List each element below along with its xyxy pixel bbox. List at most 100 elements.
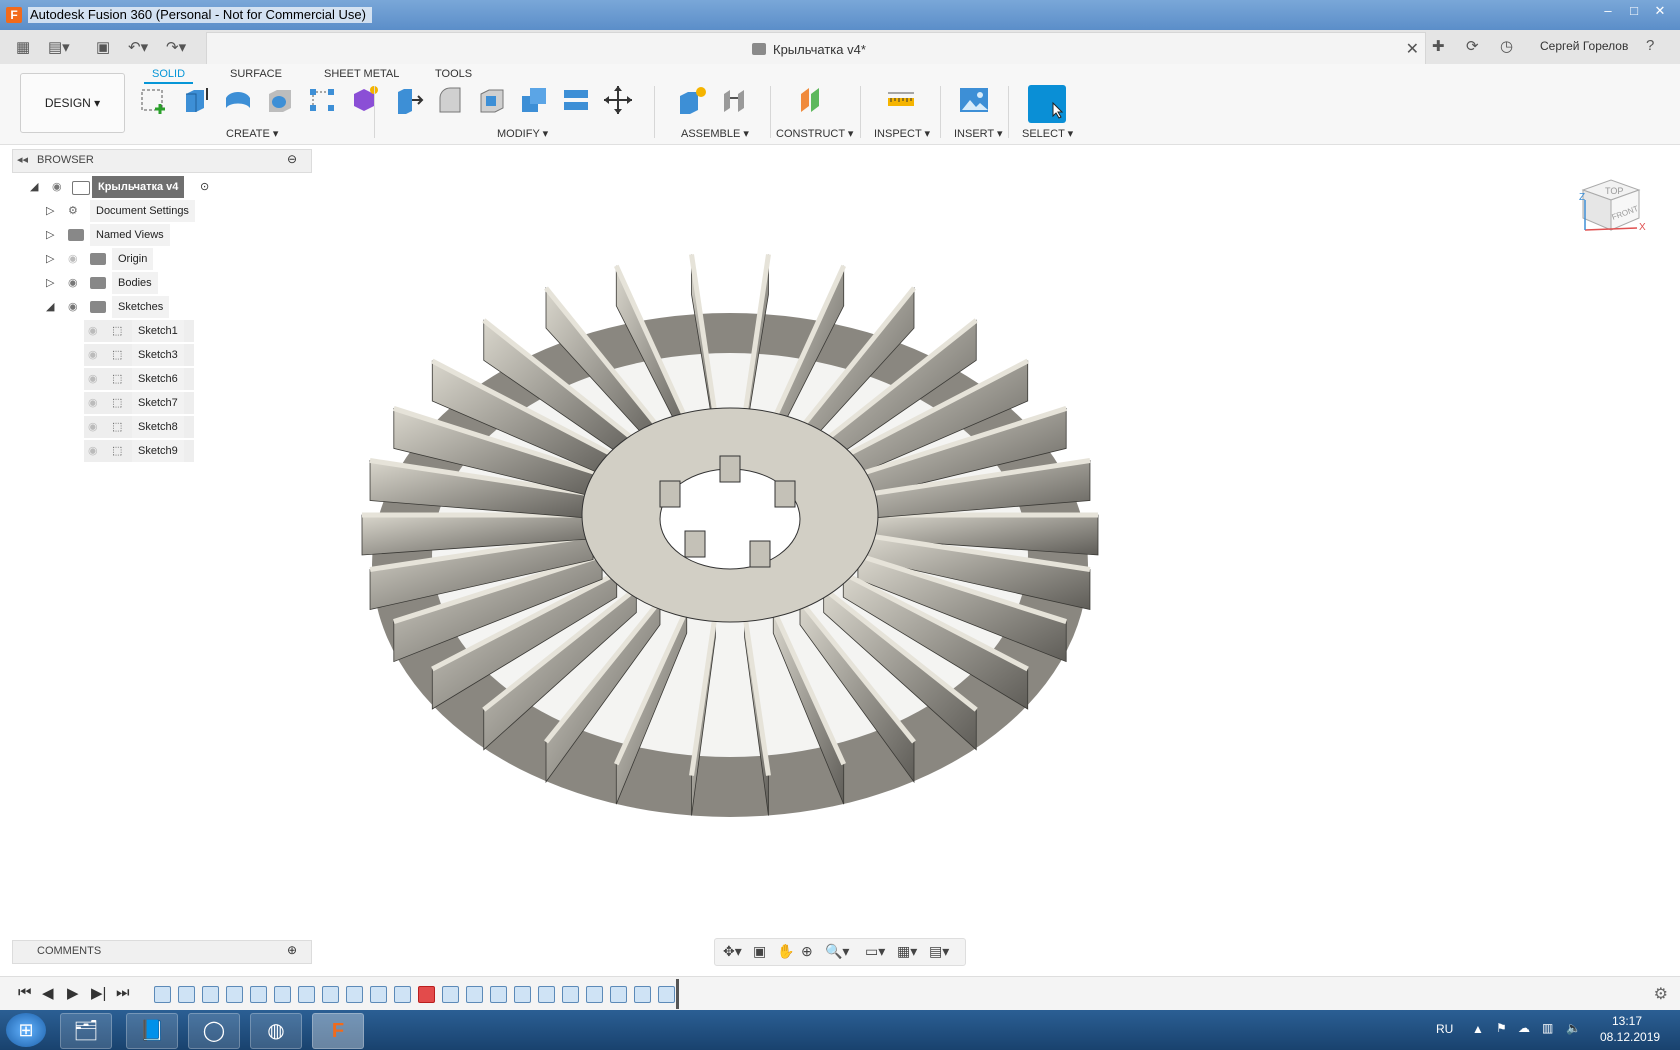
- data-panel-grid-icon[interactable]: ▦: [16, 38, 30, 56]
- browser-item-sketches[interactable]: ◢ ◉ Sketches: [46, 296, 226, 318]
- timeline-feature-icon[interactable]: [610, 986, 627, 1003]
- hidden-eye-icon[interactable]: ◉: [88, 368, 98, 390]
- collapse-triangle-icon[interactable]: ◢: [30, 176, 38, 198]
- joint-icon[interactable]: [718, 84, 750, 116]
- timeline-feature-icon[interactable]: [658, 986, 675, 1003]
- revolve-icon[interactable]: [222, 84, 254, 116]
- activate-radio-icon[interactable]: ⊙: [200, 176, 209, 198]
- sketch-item[interactable]: ◉ ⬚ Sketch8: [84, 416, 194, 438]
- job-status-icon[interactable]: ◷: [1500, 37, 1513, 55]
- sketch-item[interactable]: ◉ ⬚ Sketch9: [84, 440, 194, 462]
- assemble-menu[interactable]: ASSEMBLE ▾: [681, 127, 749, 140]
- play-icon[interactable]: ▶: [67, 984, 79, 1002]
- look-at-icon[interactable]: ▣: [753, 943, 766, 960]
- notes-taskbar-icon[interactable]: 📘: [126, 1013, 178, 1049]
- minimize-button[interactable]: –: [1596, 2, 1620, 20]
- tab-sheet-metal[interactable]: SHEET METAL: [316, 66, 407, 82]
- expand-triangle-icon[interactable]: ▷: [46, 200, 54, 222]
- redo-icon[interactable]: ↷▾: [166, 38, 186, 56]
- split-body-icon[interactable]: [560, 84, 592, 116]
- fit-icon[interactable]: 🔍▾: [825, 943, 849, 960]
- comments-panel-header[interactable]: COMMENTS ⊕: [12, 940, 312, 964]
- timeline-feature-icon[interactable]: [154, 986, 171, 1003]
- clock-date[interactable]: 08.12.2019: [1600, 1030, 1660, 1044]
- create-sketch-icon[interactable]: [138, 84, 170, 116]
- hidden-eye-icon[interactable]: ◉: [88, 344, 98, 366]
- viewcube-top-label[interactable]: TOP: [1605, 186, 1623, 196]
- timeline-feature-icon[interactable]: [418, 986, 435, 1003]
- grid-settings-icon[interactable]: ▦▾: [897, 943, 917, 960]
- new-tab-icon[interactable]: ✚: [1432, 37, 1445, 55]
- press-pull-icon[interactable]: [392, 84, 424, 116]
- add-comment-icon[interactable]: ⊕: [287, 943, 297, 957]
- user-account[interactable]: Сергей Горелов: [1540, 39, 1628, 53]
- tab-solid[interactable]: SOLID: [144, 66, 194, 84]
- new-component-icon[interactable]: [676, 84, 708, 116]
- hidden-eye-icon[interactable]: ◉: [68, 248, 78, 270]
- go-to-start-icon[interactable]: ⏮: [18, 984, 32, 1001]
- expand-triangle-icon[interactable]: ▷: [46, 224, 54, 246]
- file-menu-icon[interactable]: ▤▾: [48, 38, 70, 56]
- hidden-eye-icon[interactable]: ◉: [88, 320, 98, 342]
- timeline-feature-icon[interactable]: [274, 986, 291, 1003]
- hidden-eye-icon[interactable]: ◉: [88, 392, 98, 414]
- insert-canvas-icon[interactable]: [958, 84, 990, 116]
- rectangular-pattern-icon[interactable]: [306, 84, 338, 116]
- combine-icon[interactable]: [518, 84, 550, 116]
- go-to-end-icon[interactable]: ⏭: [116, 984, 130, 1001]
- clock-time[interactable]: 13:17: [1612, 1014, 1642, 1028]
- timeline-feature-icon[interactable]: [442, 986, 459, 1003]
- timeline-feature-icon[interactable]: [322, 986, 339, 1003]
- undo-icon[interactable]: ↶▾: [128, 38, 148, 56]
- viewports-icon[interactable]: ▤▾: [929, 943, 949, 960]
- collapse-triangle-icon[interactable]: ◢: [46, 296, 54, 318]
- step-forward-icon[interactable]: ▶|: [91, 984, 106, 1002]
- help-icon[interactable]: ?: [1646, 37, 1654, 54]
- expand-triangle-icon[interactable]: ▷: [46, 272, 54, 294]
- offset-plane-icon[interactable]: [795, 84, 827, 116]
- view-cube[interactable]: TOP FRONT X Z: [1575, 170, 1647, 242]
- timeline-feature-icon[interactable]: [250, 986, 267, 1003]
- close-window-button[interactable]: ✕: [1648, 2, 1672, 20]
- zoom-icon[interactable]: ⊕: [801, 943, 813, 960]
- tab-tools[interactable]: TOOLS: [427, 66, 480, 82]
- impeller-model[interactable]: [361, 254, 1099, 817]
- sketch-item[interactable]: ◉ ⬚ Sketch1: [84, 320, 194, 342]
- timeline-feature-icon[interactable]: [226, 986, 243, 1003]
- select-menu[interactable]: SELECT ▾: [1022, 127, 1073, 140]
- orbit-icon[interactable]: ✥▾: [723, 943, 742, 960]
- timeline-feature-icon[interactable]: [562, 986, 579, 1003]
- timeline-feature-icon[interactable]: [346, 986, 363, 1003]
- visibility-eye-icon[interactable]: ◉: [52, 176, 62, 198]
- inspect-menu[interactable]: INSPECT ▾: [874, 127, 930, 140]
- create-form-icon[interactable]: [348, 84, 380, 116]
- measure-icon[interactable]: [885, 84, 917, 116]
- save-icon[interactable]: ▣: [96, 38, 110, 56]
- browser-panel-header[interactable]: ◂◂ BROWSER ⊖: [12, 149, 312, 173]
- shell-icon[interactable]: [476, 84, 508, 116]
- timeline-feature-icon[interactable]: [178, 986, 195, 1003]
- hidden-eye-icon[interactable]: ◉: [88, 440, 98, 462]
- fusion-taskbar-icon[interactable]: F: [312, 1013, 364, 1049]
- insert-menu[interactable]: INSERT ▾: [954, 127, 1003, 140]
- visibility-eye-icon[interactable]: ◉: [68, 296, 78, 318]
- timeline-feature-icon[interactable]: [634, 986, 651, 1003]
- explorer-taskbar-icon[interactable]: 🗂: [60, 1013, 112, 1049]
- move-copy-icon[interactable]: [602, 84, 634, 116]
- maximize-button[interactable]: □: [1622, 2, 1646, 20]
- timeline-feature-icon[interactable]: [466, 986, 483, 1003]
- 3d-viewport[interactable]: [312, 145, 1680, 935]
- visibility-eye-icon[interactable]: ◉: [68, 272, 78, 294]
- hole-icon[interactable]: [264, 84, 296, 116]
- hidden-eye-icon[interactable]: ◉: [88, 416, 98, 438]
- chrome-taskbar-icon[interactable]: ◍: [250, 1013, 302, 1049]
- timeline-feature-icon[interactable]: [298, 986, 315, 1003]
- language-indicator[interactable]: RU: [1436, 1022, 1453, 1036]
- timeline-settings-gear-icon[interactable]: ⚙: [1654, 984, 1668, 1004]
- fillet-icon[interactable]: [434, 84, 466, 116]
- document-tab[interactable]: Крыльчатка v4* ✕: [206, 32, 1426, 65]
- timeline-feature-icon[interactable]: [394, 986, 411, 1003]
- browser-item-named-views[interactable]: ▷ Named Views: [46, 224, 226, 246]
- sketch-item[interactable]: ◉ ⬚ Sketch3: [84, 344, 194, 366]
- construct-menu[interactable]: CONSTRUCT ▾: [776, 127, 853, 140]
